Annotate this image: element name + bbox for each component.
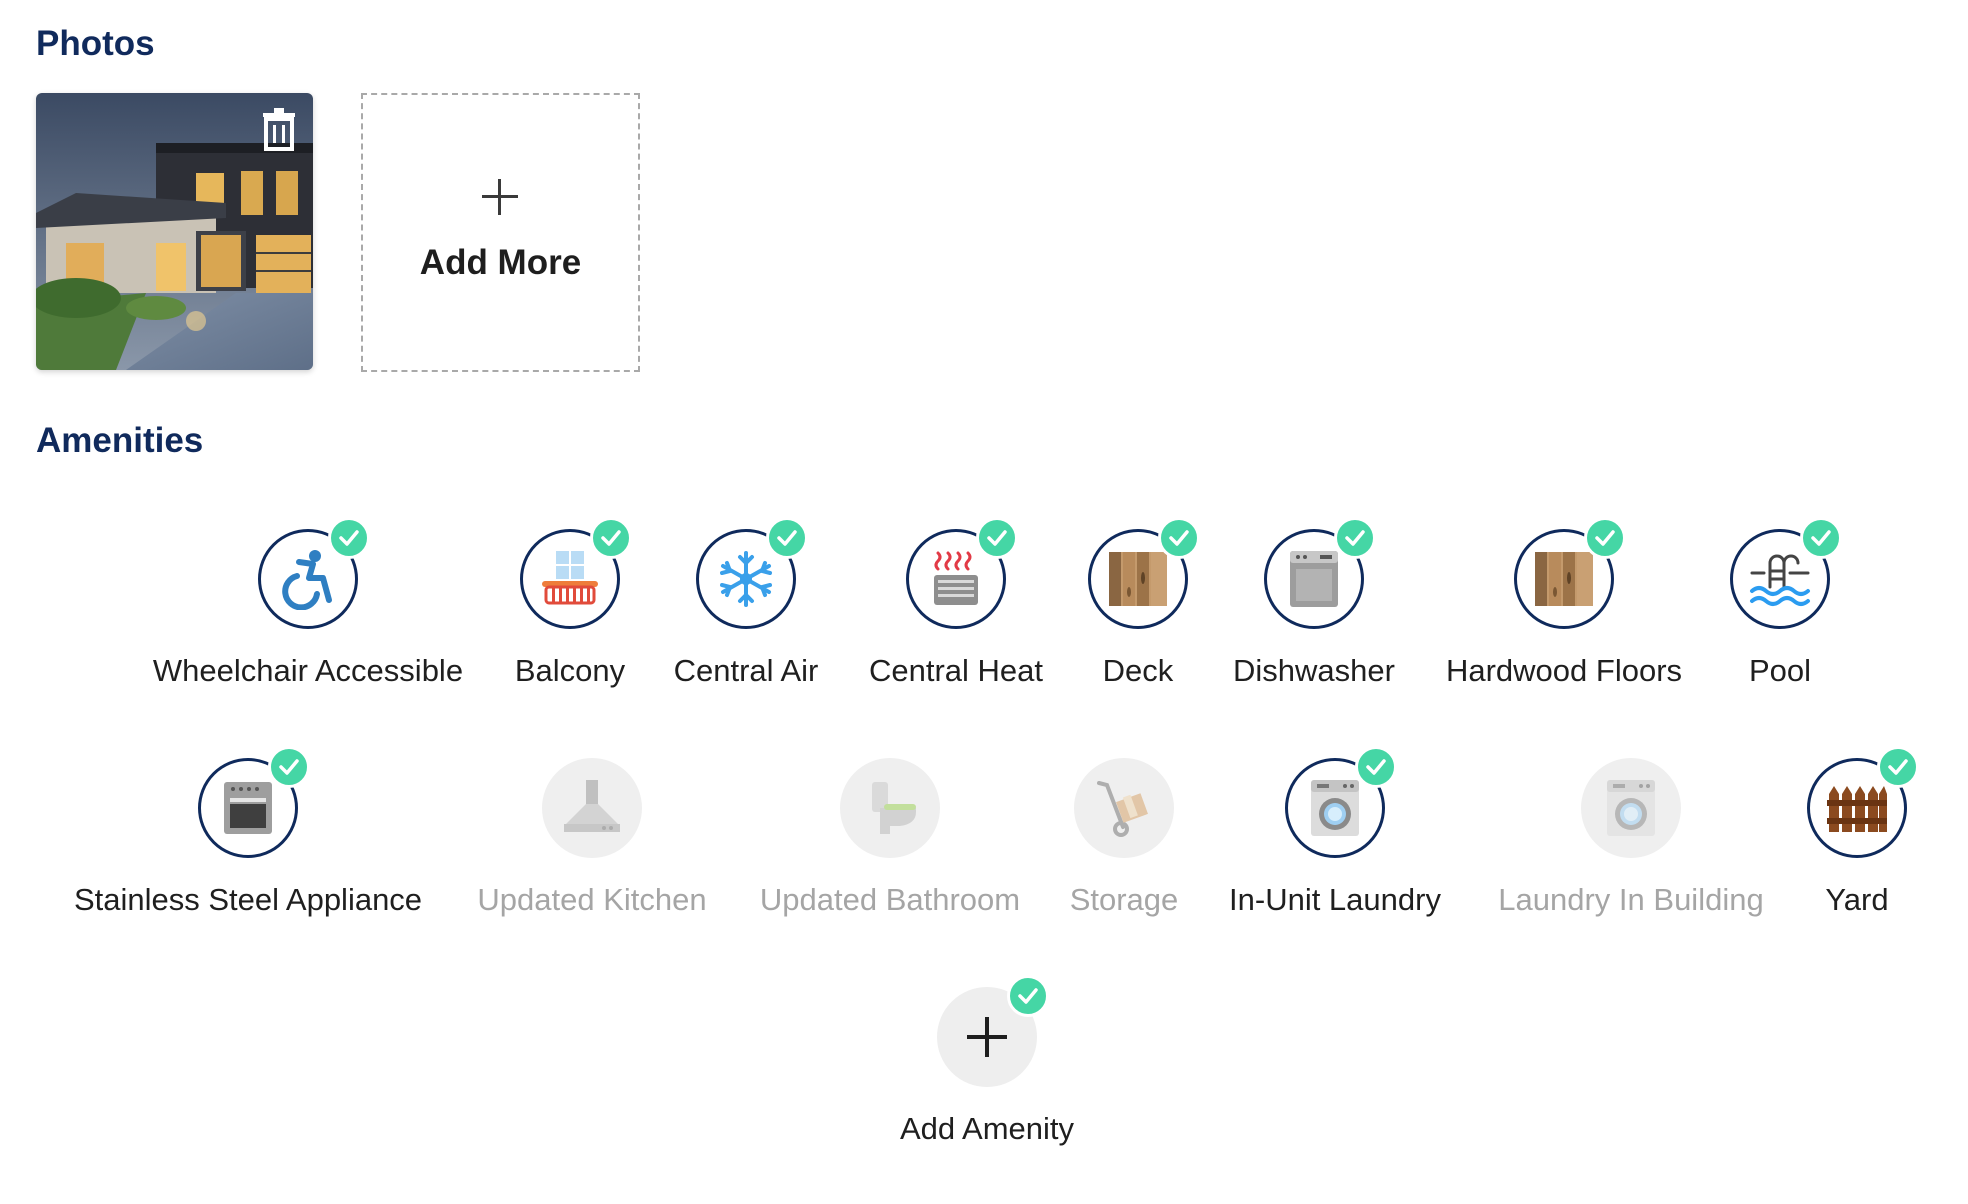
amenities-heading: Amenities [36, 421, 204, 460]
plus-icon [967, 1017, 1007, 1057]
wheelchair-icon [282, 550, 332, 610]
selected-check-icon [1007, 975, 1049, 1017]
hardwood-icon [1535, 552, 1593, 606]
selected-check-icon [1800, 517, 1842, 559]
amenity-label: Yard [1825, 882, 1889, 917]
selected-check-icon [1158, 517, 1200, 559]
heater-icon [934, 551, 978, 605]
toilet-icon [872, 782, 916, 834]
washing-machine-icon [1311, 780, 1359, 836]
selected-check-icon [328, 517, 370, 559]
add-more-photos-button[interactable]: Add More [361, 93, 640, 372]
selected-check-icon [1355, 746, 1397, 788]
amenity-icon-circle [840, 758, 940, 858]
range-hood-icon [564, 780, 620, 832]
fence-icon [1827, 786, 1887, 832]
plus-icon [482, 179, 518, 215]
amenity-label: Stainless Steel Appliance [73, 882, 423, 917]
amenity-icon-circle [542, 758, 642, 858]
amenity-label: Pool [1748, 653, 1812, 688]
amenity-icon-circle [1581, 758, 1681, 858]
photo-thumbnail[interactable] [36, 93, 313, 370]
dishwasher-icon [1290, 551, 1338, 607]
listing-editor: Photos Add More Amenities Wheelchair Acc… [0, 0, 1968, 1204]
oven-icon [224, 782, 272, 834]
trash-icon [263, 108, 295, 151]
selected-check-icon [268, 746, 310, 788]
pool-icon [1750, 554, 1810, 606]
hand-truck-icon [1097, 781, 1148, 837]
add-amenity-label: Add Amenity [899, 1111, 1075, 1146]
wood-deck-icon [1109, 552, 1167, 606]
amenity-icon-circle [1074, 758, 1174, 858]
selected-check-icon [1584, 517, 1626, 559]
washing-machine-icon [1607, 780, 1655, 836]
delete-photo-button[interactable] [259, 107, 299, 151]
add-more-label: Add More [419, 243, 582, 282]
selected-check-icon [766, 517, 808, 559]
selected-check-icon [1877, 746, 1919, 788]
selected-check-icon [976, 517, 1018, 559]
balcony-icon [542, 551, 598, 605]
selected-check-icon [1334, 517, 1376, 559]
selected-check-icon [590, 517, 632, 559]
snowflake-icon [720, 551, 772, 607]
photos-heading: Photos [36, 24, 155, 63]
